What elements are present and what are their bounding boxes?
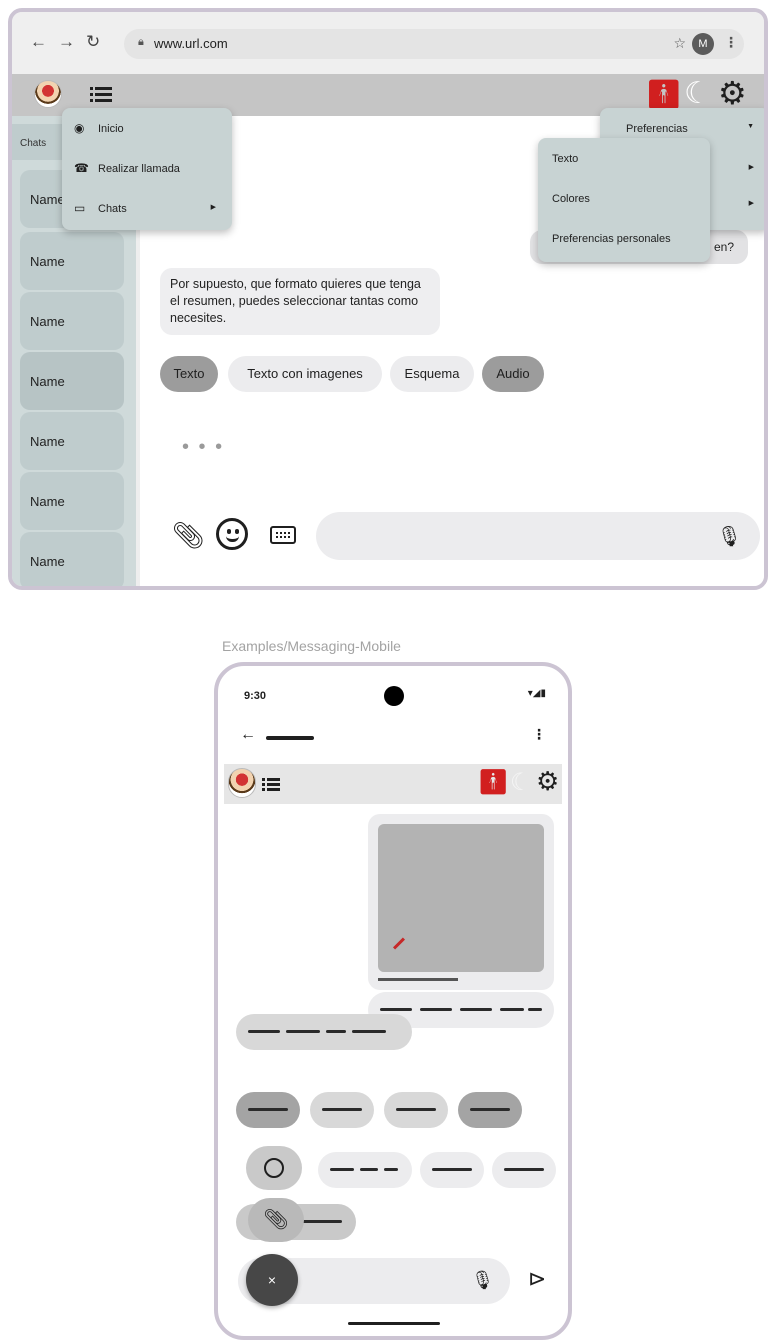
option-chip[interactable] xyxy=(458,1092,522,1128)
chat-icon: ▭ xyxy=(74,201,86,215)
image-placeholder xyxy=(378,824,544,972)
menu-list-icon[interactable] xyxy=(90,87,112,103)
phone-icon: ☎ xyxy=(74,161,89,175)
title-placeholder xyxy=(266,736,314,740)
chevron-right-icon: ▶ xyxy=(210,204,216,211)
app-header: 🚹︎ ☾ ⚙ xyxy=(224,764,562,804)
menu-item-chats[interactable]: ▭ Chats ▶ xyxy=(62,192,232,226)
gear-icon[interactable]: ⚙ xyxy=(536,766,559,797)
preferences-submenu: Texto Colores Preferencias personales xyxy=(538,138,710,262)
moon-icon[interactable]: ☾ xyxy=(510,768,532,797)
paperclip-icon: 📎︎ xyxy=(263,1209,289,1231)
accessibility-icon[interactable]: 🚹︎ xyxy=(646,78,682,111)
star-icon[interactable]: ☆ xyxy=(673,35,686,52)
sidebar-chat-item[interactable]: Name xyxy=(20,532,124,586)
microphone-icon[interactable]: 🎙︎ xyxy=(471,1270,494,1291)
url-text[interactable]: www.url.com xyxy=(154,36,228,51)
chevron-right-icon: ▶ xyxy=(748,164,754,171)
option-chip[interactable] xyxy=(318,1152,412,1188)
submenu-item-personales[interactable]: Preferencias personales xyxy=(538,222,710,256)
home-indicator xyxy=(348,1322,440,1325)
mario-logo-icon xyxy=(34,80,62,108)
sidebar-chat-item[interactable]: Name xyxy=(20,292,124,350)
keyboard-icon[interactable] xyxy=(270,526,296,544)
lock-icon: 🔒︎ xyxy=(138,36,144,48)
accessibility-icon[interactable]: 🚹︎ xyxy=(478,768,508,797)
submenu-item-colores[interactable]: Colores xyxy=(538,182,710,216)
home-circle-icon: ◉ xyxy=(74,121,85,135)
camera-cutout xyxy=(384,686,404,706)
menu-list-icon[interactable] xyxy=(262,778,280,792)
phone-frame: 9:30 ▾◢▮ ← ⋮ 🚹︎ ☾ ⚙ 📎︎ 🎙︎ × ⊳ xyxy=(214,662,572,1340)
option-chip[interactable] xyxy=(384,1092,448,1128)
browser-toolbar: ← → ↻ 🔒︎ www.url.com ☆ M ⋮ xyxy=(12,12,764,74)
option-chip[interactable] xyxy=(420,1152,484,1188)
chevron-down-icon: ▼ xyxy=(747,123,754,130)
profile-avatar[interactable]: M xyxy=(692,33,714,55)
menu-item-llamada[interactable]: ☎ Realizar llamada xyxy=(62,152,232,186)
send-icon[interactable]: ⊳ xyxy=(528,1266,546,1292)
option-chip[interactable] xyxy=(236,1092,300,1128)
sidebar-chat-item[interactable]: Name xyxy=(20,232,124,290)
image-message[interactable] xyxy=(368,814,554,990)
sidebar-chat-item[interactable]: Name xyxy=(20,352,124,410)
incoming-message xyxy=(236,1014,412,1050)
more-vert-icon[interactable]: ⋮ xyxy=(724,34,738,51)
status-icons: ▾◢▮ xyxy=(527,688,546,699)
back-arrow-icon[interactable]: ← xyxy=(240,726,256,744)
emoji-icon[interactable] xyxy=(216,518,248,550)
paperclip-icon[interactable]: 📎︎ xyxy=(172,520,205,551)
emoji-fab[interactable] xyxy=(246,1146,302,1190)
typing-indicator: • • • xyxy=(182,436,225,458)
chevron-right-icon: ▶ xyxy=(748,200,754,207)
submenu-item-texto[interactable]: Texto xyxy=(538,142,710,176)
caption-placeholder xyxy=(378,978,458,981)
message-input[interactable]: 🎙︎ xyxy=(316,512,760,560)
frame-caption: Examples/Messaging-Mobile xyxy=(222,638,401,654)
chip-audio[interactable]: Audio xyxy=(482,356,544,392)
close-fab[interactable]: × xyxy=(246,1254,298,1306)
chip-texto-imagenes[interactable]: Texto con imagenes xyxy=(228,356,382,392)
microphone-icon[interactable]: 🎙︎ xyxy=(717,524,742,549)
incoming-message: Por supuesto, que formato quieres que te… xyxy=(160,268,440,335)
mario-logo-icon xyxy=(228,768,256,798)
chip-esquema[interactable]: Esquema xyxy=(390,356,474,392)
status-time: 9:30 xyxy=(244,690,267,702)
moon-icon[interactable]: ☾ xyxy=(684,76,711,111)
more-vert-icon[interactable]: ⋮ xyxy=(532,726,546,743)
main-menu: ◉ Inicio ☎ Realizar llamada ▭ Chats ▶ xyxy=(62,108,232,230)
sidebar-chat-item[interactable]: Name xyxy=(20,412,124,470)
arrow-right-icon[interactable]: → xyxy=(58,32,75,52)
arrow-left-icon[interactable]: ← xyxy=(30,32,47,52)
menu-item-inicio[interactable]: ◉ Inicio xyxy=(62,112,232,146)
chip-texto[interactable]: Texto xyxy=(160,356,218,392)
option-chip[interactable] xyxy=(492,1152,556,1188)
paperclip-fab[interactable]: 📎︎ xyxy=(248,1198,304,1242)
reload-icon[interactable]: ↻ xyxy=(86,32,100,52)
sidebar-chat-item[interactable]: Name xyxy=(20,472,124,530)
option-chip[interactable] xyxy=(310,1092,374,1128)
emoji-icon xyxy=(264,1158,284,1178)
browser-window: ← → ↻ 🔒︎ www.url.com ☆ M ⋮ 🚹︎ ☾ ⚙ Chats … xyxy=(8,8,768,590)
address-bar[interactable]: 🔒︎ www.url.com ☆ M ⋮ xyxy=(124,29,744,59)
gear-icon[interactable]: ⚙ xyxy=(718,74,747,112)
